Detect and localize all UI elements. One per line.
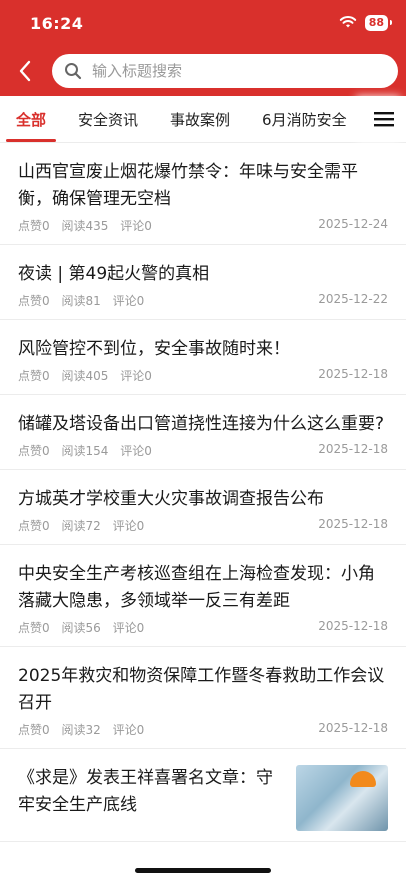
read-count: 阅读72 xyxy=(61,519,101,533)
like-count: 点赞0 xyxy=(18,294,50,308)
status-time: 16:24 xyxy=(30,13,84,33)
comment-count: 评论0 xyxy=(112,723,145,737)
comment-count: 评论0 xyxy=(112,294,145,308)
home-indicator xyxy=(135,868,271,873)
article-title: 风险管控不到位，安全事故随时来！ xyxy=(18,339,290,359)
search-box[interactable] xyxy=(52,54,398,88)
article-title: 2025年救灾和物资保障工作暨冬春救助工作会议召开 xyxy=(18,666,385,713)
tab-all[interactable]: 全部 xyxy=(0,96,62,142)
article-meta: 点赞0 阅读435 评论0 2025-12-24 xyxy=(18,217,388,234)
read-count: 阅读154 xyxy=(61,444,109,458)
back-button[interactable] xyxy=(12,56,38,86)
article-date: 2025-12-18 xyxy=(318,619,388,633)
comment-count: 评论0 xyxy=(120,369,152,383)
search-icon xyxy=(65,63,82,80)
article-meta: 点赞0 阅读56 评论0 2025-12-18 xyxy=(18,619,388,636)
search-input[interactable] xyxy=(90,61,386,81)
like-count: 点赞0 xyxy=(18,723,50,737)
status-bar: 16:24 88 xyxy=(0,0,406,46)
hamburger-menu-icon xyxy=(374,112,394,127)
article-meta: 点赞0 阅读32 评论0 2025-12-18 xyxy=(18,721,388,738)
article-title: 夜读 | 第49起火警的真相 xyxy=(18,264,210,284)
read-count: 阅读435 xyxy=(61,219,109,233)
list-item[interactable]: 风险管控不到位，安全事故随时来！ 点赞0 阅读405 评论0 2025-12-1… xyxy=(0,320,406,395)
article-title: 中央安全生产考核巡查组在上海检查发现：小角落藏大隐患，多领域举一反三有差距 xyxy=(18,564,375,611)
comment-count: 评论0 xyxy=(120,444,152,458)
list-item[interactable]: 夜读 | 第49起火警的真相 点赞0 阅读81 评论0 2025-12-22 xyxy=(0,245,406,320)
list-item[interactable]: 山西官宣废止烟花爆竹禁令：年味与安全需平衡，确保管理无空档 点赞0 阅读435 … xyxy=(0,143,406,245)
status-icons: 88 xyxy=(339,14,393,33)
tab-accident-cases[interactable]: 事故案例 xyxy=(154,96,246,142)
comment-count: 评论0 xyxy=(112,519,145,533)
article-date: 2025-12-18 xyxy=(318,721,388,735)
list-item[interactable]: 2025年救灾和物资保障工作暨冬春救助工作会议召开 点赞0 阅读32 评论0 2… xyxy=(0,647,406,749)
app-header: 16:24 88 xyxy=(0,0,406,96)
list-item[interactable]: 储罐及塔设备出口管道挠性连接为什么这么重要? 点赞0 阅读154 评论0 202… xyxy=(0,395,406,470)
article-date: 2025-12-18 xyxy=(318,517,388,531)
like-count: 点赞0 xyxy=(18,444,50,458)
menu-button[interactable] xyxy=(362,96,406,142)
like-count: 点赞0 xyxy=(18,621,50,635)
read-count: 阅读405 xyxy=(61,369,109,383)
article-meta: 点赞0 阅读72 评论0 2025-12-18 xyxy=(18,517,388,534)
category-tabs: 全部 安全资讯 事故案例 6月消防安全 xyxy=(0,96,406,143)
tab-strip: 全部 安全资讯 事故案例 6月消防安全 xyxy=(0,96,362,142)
article-title: 山西官宣废止烟花爆竹禁令：年味与安全需平衡，确保管理无空档 xyxy=(18,162,358,209)
list-item[interactable]: 中央安全生产考核巡查组在上海检查发现：小角落藏大隐患，多领域举一反三有差距 点赞… xyxy=(0,545,406,647)
list-item[interactable]: 《求是》发表王祥喜署名文章：守牢安全生产底线 xyxy=(0,749,406,842)
article-date: 2025-12-24 xyxy=(318,217,388,231)
like-count: 点赞0 xyxy=(18,369,50,383)
article-meta: 点赞0 阅读81 评论0 2025-12-22 xyxy=(18,292,388,309)
article-thumbnail xyxy=(296,765,388,831)
read-count: 阅读32 xyxy=(61,723,101,737)
article-date: 2025-12-18 xyxy=(318,442,388,456)
like-count: 点赞0 xyxy=(18,219,50,233)
comment-count: 评论0 xyxy=(120,219,152,233)
like-count: 点赞0 xyxy=(18,519,50,533)
list-item[interactable]: 方城英才学校重大火灾事故调查报告公布 点赞0 阅读72 评论0 2025-12-… xyxy=(0,470,406,545)
read-count: 阅读81 xyxy=(61,294,101,308)
article-date: 2025-12-18 xyxy=(318,367,388,381)
article-title: 储罐及塔设备出口管道挠性连接为什么这么重要? xyxy=(18,414,385,434)
comment-count: 评论0 xyxy=(112,621,145,635)
tab-june-fire-safety[interactable]: 6月消防安全 xyxy=(246,96,362,142)
hard-hat-image xyxy=(350,771,376,787)
article-title: 方城英才学校重大火灾事故调查报告公布 xyxy=(18,489,324,509)
article-meta: 点赞0 阅读154 评论0 2025-12-18 xyxy=(18,442,388,459)
navbar xyxy=(0,46,406,96)
chevron-left-icon xyxy=(19,60,31,82)
tab-safety-news[interactable]: 安全资讯 xyxy=(62,96,154,142)
article-list: 山西官宣废止烟花爆竹禁令：年味与安全需平衡，确保管理无空档 点赞0 阅读435 … xyxy=(0,143,406,842)
read-count: 阅读56 xyxy=(61,621,101,635)
battery-indicator: 88 xyxy=(364,15,393,31)
wifi-icon xyxy=(339,14,357,33)
article-date: 2025-12-22 xyxy=(318,292,388,306)
article-meta: 点赞0 阅读405 评论0 2025-12-18 xyxy=(18,367,388,384)
article-title: 《求是》发表王祥喜署名文章：守牢安全生产底线 xyxy=(18,768,273,815)
